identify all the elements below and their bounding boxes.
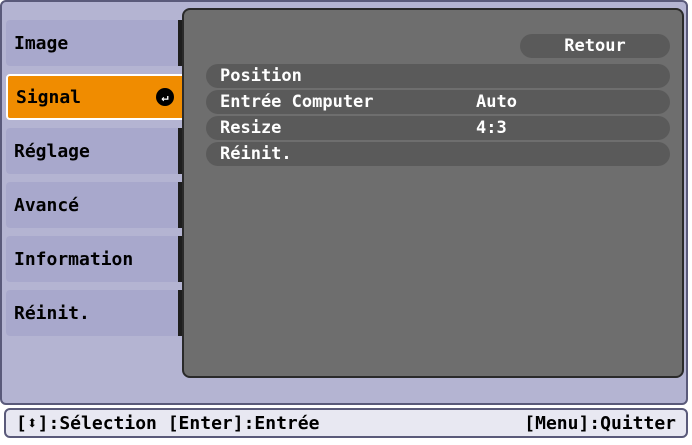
enter-icon: ↵ [156, 88, 174, 106]
submenu-panel: Retour Position Entrée Computer Auto Res… [182, 8, 684, 378]
menu-item-label: Image [14, 32, 69, 54]
menu-item-reglage[interactable]: Réglage [6, 128, 184, 174]
menu-item-signal[interactable]: Signal ↵ [6, 74, 184, 120]
status-hint-right: [Menu]:Quitter [524, 412, 676, 434]
menu-item-label: Avancé [14, 194, 80, 216]
submenu-item-label: Resize [220, 118, 282, 138]
submenu-item-label: Position [220, 66, 302, 86]
submenu-item-value: Auto [476, 92, 517, 112]
menu-item-information[interactable]: Information [6, 236, 184, 282]
menu-item-label: Réglage [14, 140, 90, 162]
menu-item-label: Information [14, 248, 134, 270]
back-button[interactable]: Retour [520, 34, 670, 58]
menu-item-image[interactable]: Image [6, 20, 184, 66]
menu-item-label: Réinit. [14, 302, 90, 324]
menu-item-reinit[interactable]: Réinit. [6, 290, 184, 336]
submenu-item-reinit[interactable]: Réinit. [206, 142, 670, 166]
submenu-item-value: 4:3 [476, 118, 507, 138]
submenu-item-resize[interactable]: Resize 4:3 [206, 116, 670, 140]
status-bar: [⬍]:Sélection [Enter]:Entrée [Menu]:Quit… [4, 408, 688, 438]
status-hint-left: [⬍]:Sélection [Enter]:Entrée [16, 412, 320, 434]
submenu-item-label: Réinit. [220, 144, 292, 164]
menu-item-label: Signal [16, 86, 82, 108]
submenu-item-entree-computer[interactable]: Entrée Computer Auto [206, 90, 670, 114]
submenu-item-label: Entrée Computer [220, 92, 374, 112]
submenu-item-position[interactable]: Position [206, 64, 670, 88]
menu-item-avance[interactable]: Avancé [6, 182, 184, 228]
